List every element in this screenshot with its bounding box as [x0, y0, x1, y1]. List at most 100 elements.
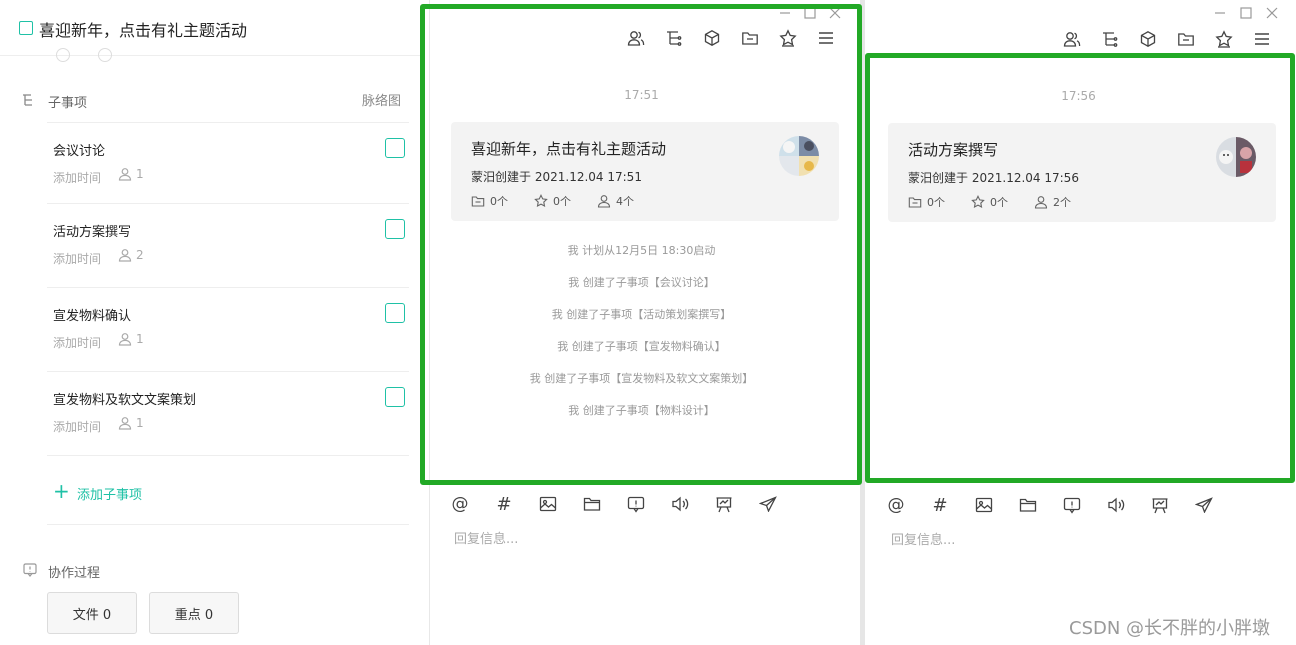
folder-icon[interactable] [731, 26, 769, 50]
folder-icon [908, 197, 922, 208]
subtask-people-count: 1 [118, 332, 144, 346]
subtasks-section-label: 子事项 [48, 96, 88, 111]
activity-log: 我 创建了子事项【宣发物料确认】 [431, 338, 852, 354]
group-avatar [779, 136, 819, 176]
menu-icon[interactable] [807, 26, 845, 50]
subtask-people-count: 2 [118, 248, 144, 262]
star-icon[interactable] [1205, 27, 1243, 51]
collab-section-label: 协作过程 [48, 566, 101, 581]
card-files-stat: 0个 [471, 193, 508, 209]
compose-toolbar: @ # [438, 492, 790, 516]
files-button[interactable]: 文件 0 [47, 592, 137, 634]
subtask-title[interactable]: 宣发物料确认 [53, 305, 131, 324]
folder-icon[interactable] [1167, 27, 1205, 51]
add-subtask-button[interactable]: + 添加子事项 [47, 455, 409, 525]
tree-icon[interactable] [1091, 27, 1129, 51]
minimize-button[interactable] [1214, 6, 1226, 20]
activity-log: 我 计划从12月5日 18:30启动 [431, 242, 852, 258]
card-stars-stat: 0个 [971, 194, 1008, 210]
activity-log: 我 创建了子事项【物料设计】 [431, 402, 852, 418]
mention-icon[interactable]: @ [438, 492, 482, 516]
chat-panel-main: 17:51 喜迎新年，点击有礼主题活动 蒙汨创建于 2021.12.04 17:… [431, 0, 862, 645]
subtask-checkbox[interactable] [385, 138, 405, 158]
card-people-stat: 4个 [597, 193, 634, 209]
hashtag-icon[interactable]: # [482, 492, 526, 516]
star-icon[interactable] [769, 26, 807, 50]
task-card[interactable]: 活动方案撰写 蒙汨创建于 2021.12.04 17:56 0个 0个 2个 [888, 123, 1276, 222]
watermark: CSDN @长不胖的小胖墩 [1069, 618, 1271, 639]
subtask-item[interactable]: 活动方案撰写 添加时间 2 [47, 203, 409, 287]
members-icon[interactable] [617, 26, 655, 50]
menu-icon[interactable] [1243, 27, 1281, 51]
voice-icon[interactable] [1094, 493, 1138, 517]
card-title[interactable]: 喜迎新年，点击有礼主题活动 [471, 138, 666, 159]
tree-icon[interactable] [655, 26, 693, 50]
log-entry: 我 创建了子事项【活动策划案撰写】 [551, 308, 732, 321]
card-creator: 蒙汨创建于 2021.12.04 17:56 [908, 171, 1079, 185]
subtask-checkbox[interactable] [385, 387, 405, 407]
card-people-stat: 2个 [1034, 194, 1071, 210]
chat-toolbar [1053, 27, 1281, 51]
close-button[interactable] [1266, 6, 1278, 20]
activity-log: 我 创建了子事项【活动策划案撰写】 [431, 306, 852, 322]
subtask-item[interactable]: 会议讨论 添加时间 1 [47, 122, 409, 206]
mindmap-link[interactable]: 脉络图 [362, 90, 401, 109]
subtask-people-count: 1 [118, 416, 144, 430]
subtask-checkbox[interactable] [385, 219, 405, 239]
folder-icon[interactable] [1006, 493, 1050, 517]
group-avatar [1216, 137, 1256, 177]
subtask-checkbox[interactable] [385, 303, 405, 323]
comment-icon[interactable] [1050, 493, 1094, 517]
image-icon[interactable] [526, 492, 570, 516]
cube-icon[interactable] [693, 26, 731, 50]
whiteboard-icon[interactable] [702, 492, 746, 516]
subtask-title[interactable]: 活动方案撰写 [53, 221, 131, 240]
subtask-item[interactable]: 宣发物料及软文文案策划 添加时间 1 [47, 371, 409, 455]
maximize-button[interactable] [1240, 6, 1252, 20]
comment-icon[interactable] [614, 492, 658, 516]
task-checkbox[interactable] [19, 21, 33, 35]
card-stats: 0个 0个 2个 [908, 194, 1097, 210]
send-icon[interactable] [1182, 493, 1226, 517]
hashtag-icon[interactable]: # [918, 493, 962, 517]
add-subtask-label[interactable]: 添加子事项 [77, 484, 142, 503]
folder-icon[interactable] [570, 492, 614, 516]
subtask-added-time: 添加时间 [53, 171, 102, 185]
subtask-tree-icon [22, 93, 36, 107]
message-time: 17:56 [1061, 89, 1096, 103]
star-icon [971, 195, 985, 209]
person-icon [118, 168, 132, 181]
task-detail-panel: 喜迎新年，点击有礼主题活动 子事项 脉络图 会议讨论 添加时间 1 活动方案撰写… [0, 0, 430, 645]
subtask-people-count: 1 [118, 167, 144, 181]
task-title[interactable]: 喜迎新年，点击有礼主题活动 [39, 17, 247, 41]
close-button[interactable] [829, 6, 841, 20]
log-entry: 我 创建了子事项【物料设计】 [568, 404, 715, 417]
card-title[interactable]: 活动方案撰写 [908, 139, 998, 160]
minimize-button[interactable] [779, 6, 791, 20]
image-icon[interactable] [962, 493, 1006, 517]
person-icon [118, 417, 132, 430]
subtask-item[interactable]: 宣发物料确认 添加时间 1 [47, 287, 409, 371]
voice-icon[interactable] [658, 492, 702, 516]
activity-log: 我 创建了子事项【会议讨论】 [431, 274, 852, 290]
whiteboard-icon[interactable] [1138, 493, 1182, 517]
cube-icon[interactable] [1129, 27, 1167, 51]
members-icon[interactable] [1053, 27, 1091, 51]
reply-input[interactable]: 回复信息... [891, 529, 955, 548]
key-points-button[interactable]: 重点 0 [149, 592, 239, 634]
subtask-added-time: 添加时间 [53, 252, 102, 266]
send-icon[interactable] [746, 492, 790, 516]
mention-icon[interactable]: @ [874, 493, 918, 517]
person-icon [597, 195, 611, 208]
scrolled-icon [56, 48, 70, 62]
subtask-title[interactable]: 会议讨论 [53, 140, 105, 159]
star-icon [534, 194, 548, 208]
chat-toolbar [617, 26, 845, 50]
task-card[interactable]: 喜迎新年，点击有礼主题活动 蒙汨创建于 2021.12.04 17:51 0个 … [451, 122, 839, 221]
reply-input[interactable]: 回复信息... [454, 528, 518, 547]
subtask-added-time: 添加时间 [53, 420, 102, 434]
activity-log: 我 创建了子事项【宣发物料及软文文案策划】 [431, 370, 852, 386]
maximize-button[interactable] [804, 6, 816, 20]
comment-icon [23, 563, 37, 577]
subtask-title[interactable]: 宣发物料及软文文案策划 [53, 389, 196, 408]
